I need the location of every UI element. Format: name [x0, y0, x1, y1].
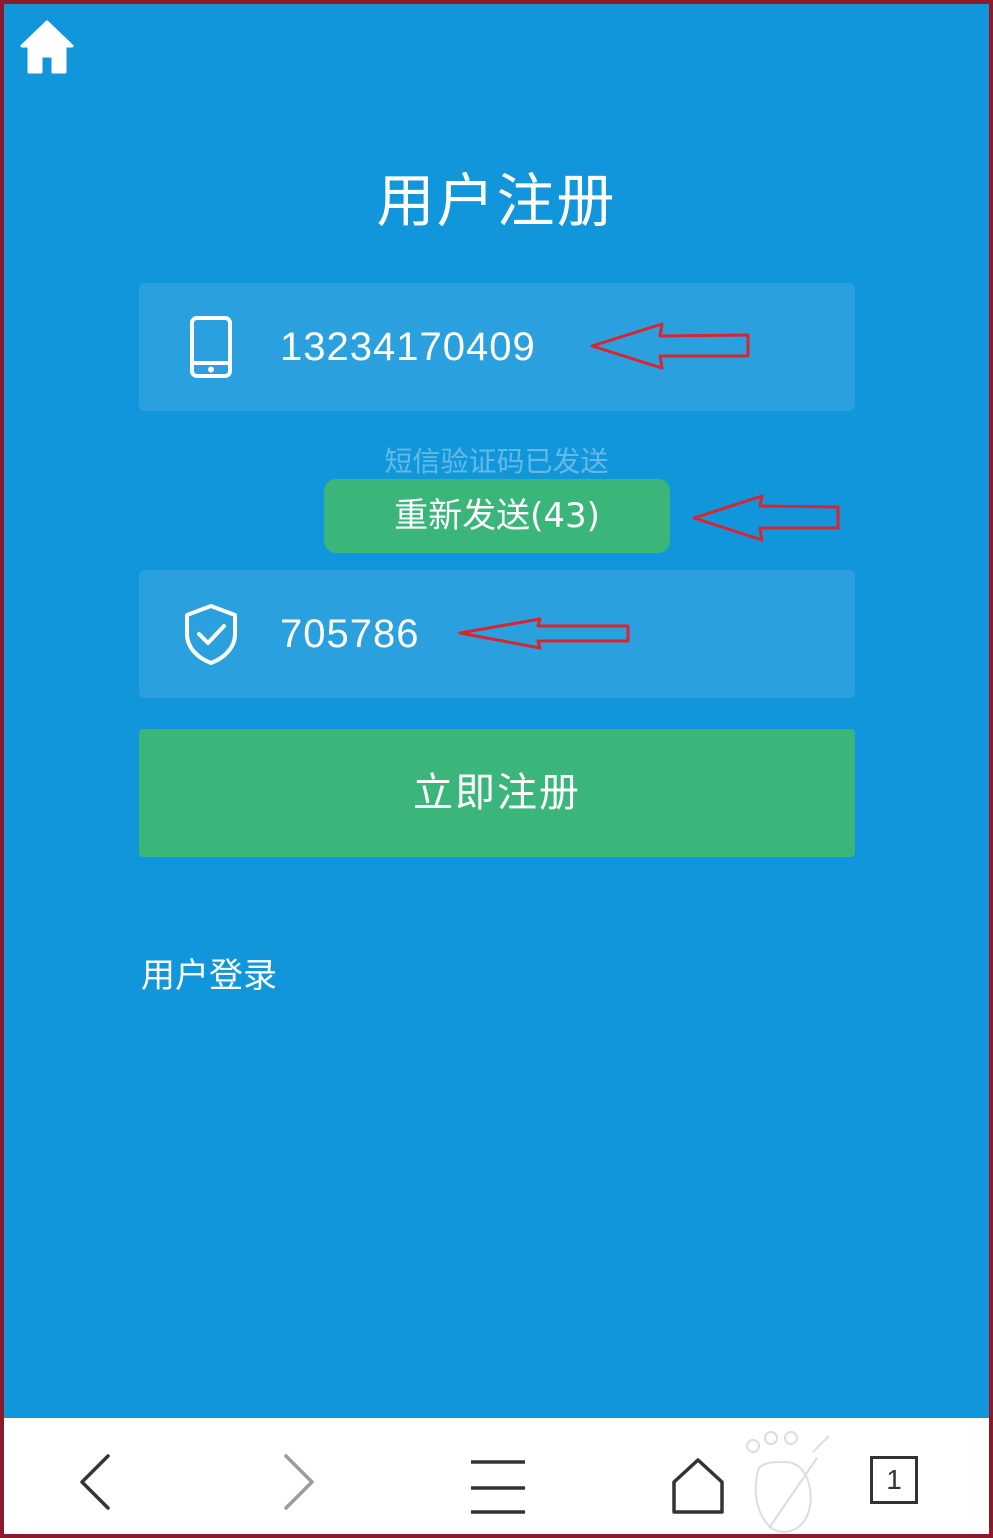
resend-button[interactable]: 重新发送(43): [324, 479, 670, 553]
home-icon[interactable]: [18, 18, 76, 76]
phone-input[interactable]: 13234170409: [280, 283, 536, 411]
device-frame: 用户注册 13234170409 短信验证码已发送 重新发送(43) 70578…: [0, 0, 993, 1538]
register-button[interactable]: 立即注册: [139, 729, 855, 857]
annotation-arrow-phone: [590, 322, 750, 370]
shield-check-icon: [185, 604, 237, 665]
phone-icon: [190, 316, 232, 378]
tab-count-button[interactable]: 1: [870, 1456, 918, 1504]
chevron-left-icon[interactable]: [56, 1442, 136, 1522]
page-title: 用户注册: [376, 167, 617, 235]
sms-sent-hint: 短信验证码已发送: [384, 445, 609, 478]
code-input[interactable]: 705786: [280, 570, 419, 698]
watermark-footprint-icon: [746, 1431, 830, 1534]
house-outline-icon[interactable]: [658, 1442, 738, 1522]
chevron-right-icon[interactable]: [258, 1442, 338, 1522]
annotation-arrow-resend: [692, 494, 840, 542]
login-link[interactable]: 用户登录: [141, 948, 277, 997]
registration-screen: 用户注册 13234170409 短信验证码已发送 重新发送(43) 70578…: [4, 4, 989, 1418]
browser-toolbar: 1: [4, 1418, 989, 1534]
annotation-arrow-code: [458, 617, 630, 650]
menu-icon[interactable]: [457, 1442, 537, 1522]
